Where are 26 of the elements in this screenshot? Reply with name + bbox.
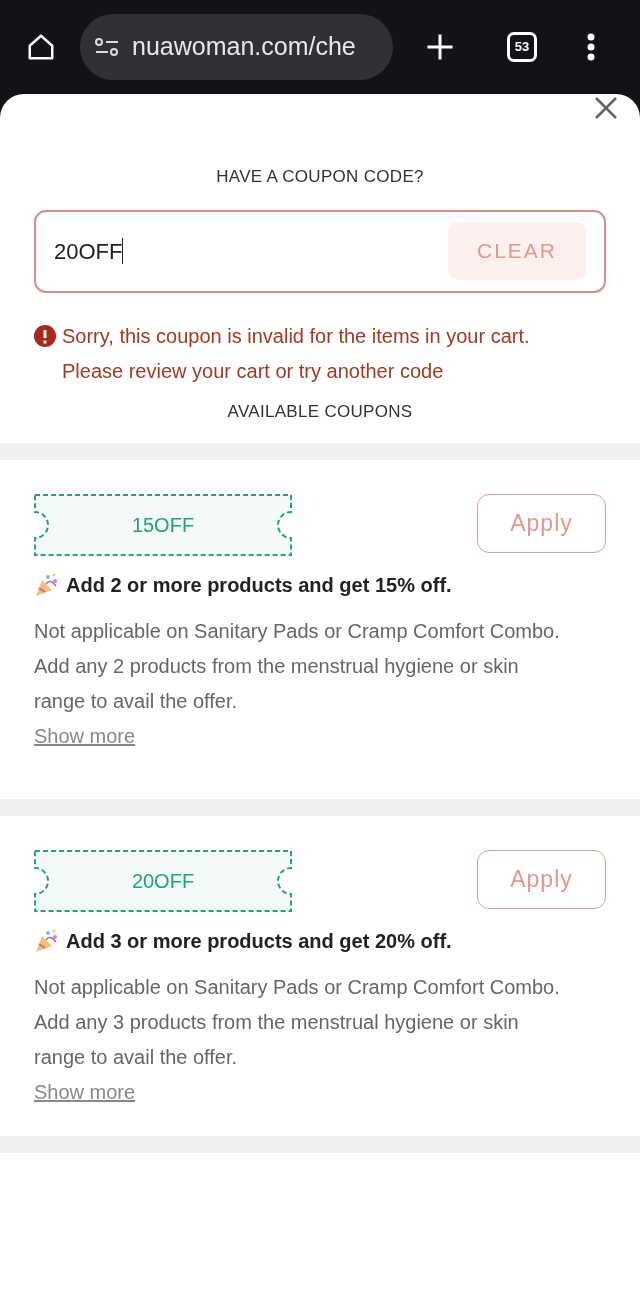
apply-button[interactable]: Apply	[477, 850, 606, 909]
new-tab-icon[interactable]	[425, 32, 455, 62]
url-text: nuawoman.com/che	[132, 31, 356, 63]
clear-button[interactable]: CLEAR	[448, 222, 586, 280]
home-icon[interactable]	[26, 32, 56, 62]
offer-description: Not applicable on Sanitary Pads or Cramp Comfort Combo. Add any 2 products from the menstrual hygiene or skin range to avail the offer.	[34, 619, 561, 714]
offer-description: Not applicable on Sanitary Pads or Cramp Comfort Combo. Add any 3 products from the menstrual hygiene or skin range to avail the offer.	[34, 975, 561, 1070]
more-menu-icon[interactable]	[587, 33, 595, 61]
offer-title: Add 2 or more products and get 15% off.	[66, 573, 452, 598]
available-coupons-heading: AVAILABLE COUPONS	[226, 400, 414, 423]
close-icon[interactable]	[594, 96, 618, 120]
show-more-link[interactable]: Show more	[34, 719, 136, 754]
address-bar[interactable]: nuawoman.com/che	[80, 14, 393, 80]
party-popper-icon	[34, 572, 60, 598]
coupon-heading: HAVE A COUPON CODE?	[215, 166, 425, 188]
coupon-code-tag: 20OFF	[34, 850, 292, 912]
party-popper-icon	[34, 928, 60, 954]
coupon-input[interactable]: 20OFF CLEAR	[34, 209, 606, 293]
offer-title: Add 3 or more products and get 20% off.	[66, 929, 452, 954]
error-icon	[34, 324, 56, 347]
error-message: Sorry, this coupon is invalid for the items in your cart. Please review your cart or try another code	[62, 323, 531, 384]
apply-button[interactable]: Apply	[477, 494, 606, 553]
show-more-link[interactable]: Show more	[34, 1075, 136, 1110]
coupon-code-tag: 15OFF	[34, 494, 292, 556]
site-settings-icon[interactable]	[94, 36, 120, 58]
tab-count[interactable]: 53	[507, 32, 537, 62]
